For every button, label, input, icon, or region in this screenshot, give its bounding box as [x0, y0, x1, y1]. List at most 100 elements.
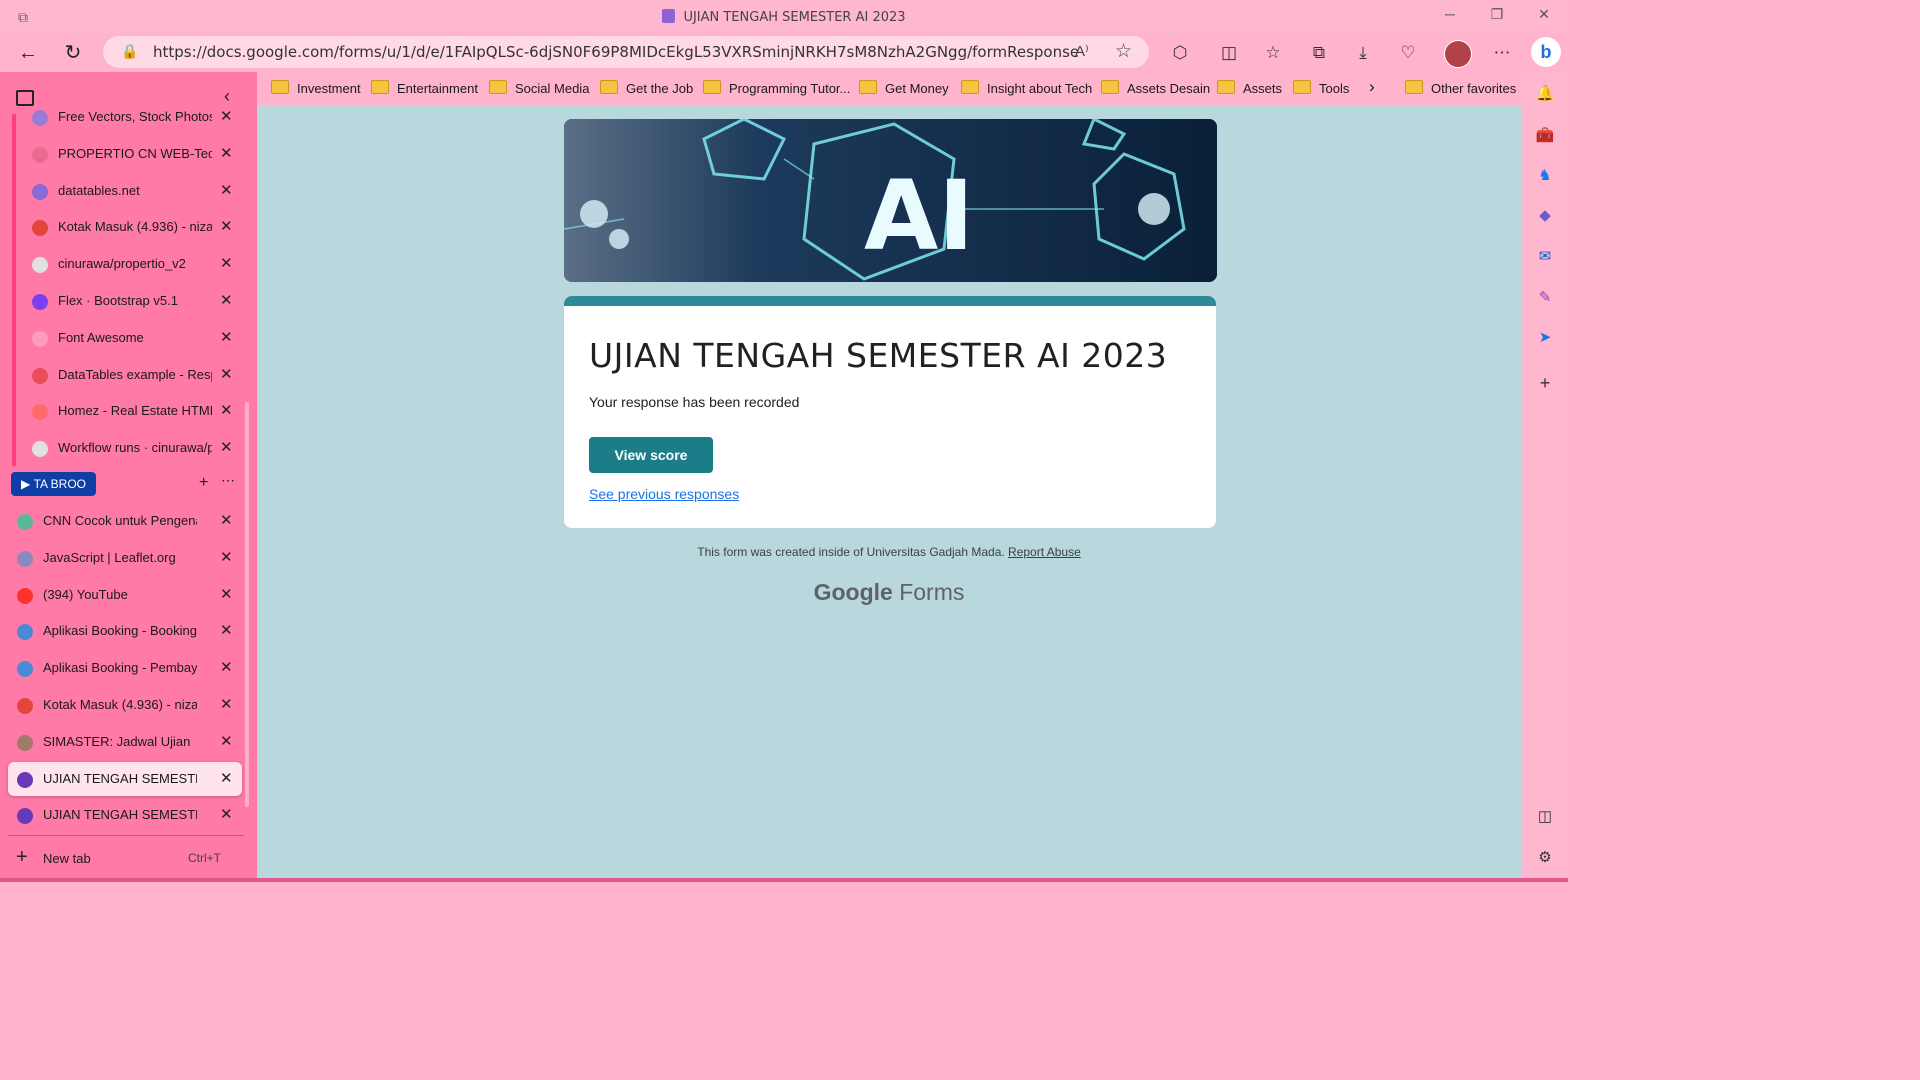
- close-tab-icon[interactable]: ✕: [220, 548, 233, 566]
- close-window-button[interactable]: ✕: [1529, 6, 1559, 23]
- sidebar-tab[interactable]: Flex · Bootstrap v5.1 ✕: [0, 284, 245, 318]
- close-tab-icon[interactable]: ✕: [220, 291, 233, 309]
- sidebar-tab[interactable]: UJIAN TENGAH SEMESTER AI 2 ✕: [8, 761, 242, 796]
- group-more-button[interactable]: ⋯: [221, 472, 235, 489]
- split-screen-icon[interactable]: ◫: [1215, 39, 1243, 67]
- microsoft-365-icon[interactable]: ◆: [1535, 206, 1555, 226]
- sidebar-tab[interactable]: cinurawa/propertio_v2 ✕: [0, 247, 245, 281]
- close-tab-icon[interactable]: ✕: [220, 401, 233, 419]
- google-forms-logo[interactable]: Google Forms: [257, 579, 1521, 606]
- games-icon[interactable]: ♞: [1535, 166, 1555, 186]
- close-tab-icon[interactable]: ✕: [220, 621, 233, 639]
- previous-responses-link[interactable]: See previous responses: [589, 486, 739, 502]
- favorites-folder[interactable]: Assets Desain: [1101, 80, 1210, 96]
- favorite-star-icon[interactable]: ☆: [1115, 40, 1132, 63]
- tab-title: Kotak Masuk (4.936) - nizand: [58, 219, 212, 235]
- tools-icon[interactable]: 🧰: [1535, 126, 1555, 146]
- close-tab-icon[interactable]: ✕: [220, 254, 233, 272]
- more-menu-icon[interactable]: ⋯: [1488, 39, 1516, 67]
- drop-icon[interactable]: ➤: [1535, 328, 1555, 348]
- add-sidebar-app-icon[interactable]: +: [1535, 373, 1555, 393]
- downloads-icon[interactable]: ⤓: [1349, 39, 1377, 67]
- favorites-folder[interactable]: Social Media: [489, 80, 589, 96]
- favorites-folder[interactable]: Tools: [1293, 80, 1349, 96]
- sidebar-tab[interactable]: Font Awesome ✕: [0, 321, 245, 355]
- sidebar-tab[interactable]: Kotak Masuk (4.936) - nizand ✕: [0, 210, 245, 244]
- collections-icon[interactable]: ⧉: [1305, 39, 1333, 67]
- close-tab-icon[interactable]: ✕: [220, 805, 233, 823]
- url-text[interactable]: https://docs.google.com/forms/u/1/d/e/1F…: [153, 43, 1079, 61]
- tab-title: DataTables example - Respo: [58, 366, 212, 382]
- close-tab-icon[interactable]: ✕: [220, 181, 233, 199]
- tab-group-name[interactable]: TA BROO: [34, 477, 86, 491]
- sidebar-tab[interactable]: datatables.net ✕: [0, 174, 245, 208]
- folder-icon: [600, 80, 618, 94]
- close-tab-icon[interactable]: ✕: [220, 769, 233, 787]
- profile-avatar[interactable]: [1444, 40, 1472, 68]
- sidebar-tab[interactable]: DataTables example - Respo ✕: [0, 358, 245, 392]
- address-bar[interactable]: 🔒 https://docs.google.com/forms/u/1/d/e/…: [103, 36, 1149, 68]
- favorites-folder-label: Investment: [297, 81, 361, 96]
- favorites-overflow-button[interactable]: ›: [1369, 77, 1375, 97]
- favorites-icon[interactable]: ☆: [1259, 39, 1287, 67]
- sidebar-tab[interactable]: Workflow runs · cinurawa/pr ✕: [0, 431, 245, 465]
- settings-gear-icon[interactable]: ⚙: [1535, 848, 1555, 868]
- bing-copilot-icon[interactable]: b: [1531, 37, 1561, 67]
- close-tab-icon[interactable]: ✕: [220, 511, 233, 529]
- sidebar-scrollbar[interactable]: [245, 402, 249, 807]
- favorites-folder[interactable]: Get Money: [859, 80, 949, 96]
- report-abuse-link[interactable]: Report Abuse: [1008, 545, 1081, 559]
- response-card: UJIAN TENGAH SEMESTER AI 2023 Your respo…: [564, 296, 1216, 528]
- sidebar-tab[interactable]: Aplikasi Booking - Pembayaran ✕: [0, 651, 245, 685]
- favorites-folder[interactable]: Get the Job: [600, 80, 693, 96]
- hide-sidebar-icon[interactable]: ◫: [1535, 807, 1555, 827]
- sidebar-tab[interactable]: CNN Cocok untuk Pengenalan ✕: [0, 504, 245, 538]
- outlook-icon[interactable]: ✉: [1535, 247, 1555, 267]
- favorites-folder[interactable]: Programming Tutor...: [703, 80, 850, 96]
- other-favorites-folder[interactable]: Other favorites: [1405, 80, 1516, 96]
- sidebar-tab[interactable]: Aplikasi Booking - Booking ✕: [0, 614, 245, 648]
- performance-icon[interactable]: ♡: [1394, 39, 1422, 67]
- close-tab-icon[interactable]: ✕: [220, 107, 233, 125]
- tab-favicon-icon: [17, 808, 33, 825]
- notifications-icon[interactable]: 🔔: [1535, 84, 1555, 104]
- sidebar-tab[interactable]: JavaScript | Leaflet.org ✕: [0, 541, 245, 575]
- folder-icon: [1293, 80, 1311, 94]
- new-tab-button[interactable]: + New tab Ctrl+T: [0, 844, 245, 874]
- sidebar-tab[interactable]: SIMASTER: Jadwal Ujian ✕: [0, 725, 245, 759]
- extensions-icon[interactable]: ⬡: [1166, 39, 1194, 67]
- tab-group-label[interactable]: ▶ TA BROO: [11, 472, 97, 496]
- close-tab-icon[interactable]: ✕: [220, 328, 233, 346]
- close-tab-icon[interactable]: ✕: [220, 585, 233, 603]
- sidebar-tab[interactable]: UJIAN TENGAH SEMESTER AI 2 ✕: [0, 798, 245, 832]
- favorites-folder[interactable]: Insight about Tech: [961, 80, 1092, 96]
- close-tab-icon[interactable]: ✕: [220, 438, 233, 456]
- favorites-folder[interactable]: Entertainment: [371, 80, 478, 96]
- close-tab-icon[interactable]: ✕: [220, 365, 233, 383]
- refresh-button[interactable]: ↻: [60, 40, 86, 66]
- lock-icon[interactable]: 🔒: [121, 43, 138, 60]
- view-score-button[interactable]: View score: [589, 437, 713, 473]
- sidebar-tab[interactable]: Kotak Masuk (4.936) - nizandia ✕: [0, 688, 245, 722]
- tab-title: (394) YouTube: [43, 586, 128, 602]
- close-tab-icon[interactable]: ✕: [220, 658, 233, 676]
- tab-title: Kotak Masuk (4.936) - nizandia: [43, 697, 197, 712]
- restore-button[interactable]: ❐: [1482, 6, 1512, 23]
- sidebar-tab[interactable]: PROPERTIO CN WEB-Technic ✕: [0, 137, 245, 171]
- read-aloud-icon[interactable]: A⁾: [1075, 42, 1089, 60]
- tab-title: UJIAN TENGAH SEMESTER AI 2: [43, 770, 197, 786]
- back-button[interactable]: ←: [15, 40, 41, 66]
- sidebar-tab[interactable]: Homez - Real Estate HTML T ✕: [0, 394, 245, 428]
- designer-icon[interactable]: ✎: [1535, 288, 1555, 308]
- close-tab-icon[interactable]: ✕: [220, 217, 233, 235]
- favorites-folder[interactable]: Investment: [271, 80, 361, 96]
- sidebar-tab[interactable]: Free Vectors, Stock Photos & ✕: [0, 100, 245, 134]
- favorites-folder[interactable]: Assets: [1217, 80, 1282, 96]
- close-tab-icon[interactable]: ✕: [220, 695, 233, 713]
- close-tab-icon[interactable]: ✕: [220, 144, 233, 162]
- group-add-tab-button[interactable]: +: [199, 474, 208, 492]
- minimize-button[interactable]: ─: [1435, 6, 1465, 22]
- sidebar-tab[interactable]: (394) YouTube ✕: [0, 578, 245, 612]
- close-tab-icon[interactable]: ✕: [220, 732, 233, 750]
- tab-title: Workflow runs · cinurawa/pr: [58, 440, 212, 456]
